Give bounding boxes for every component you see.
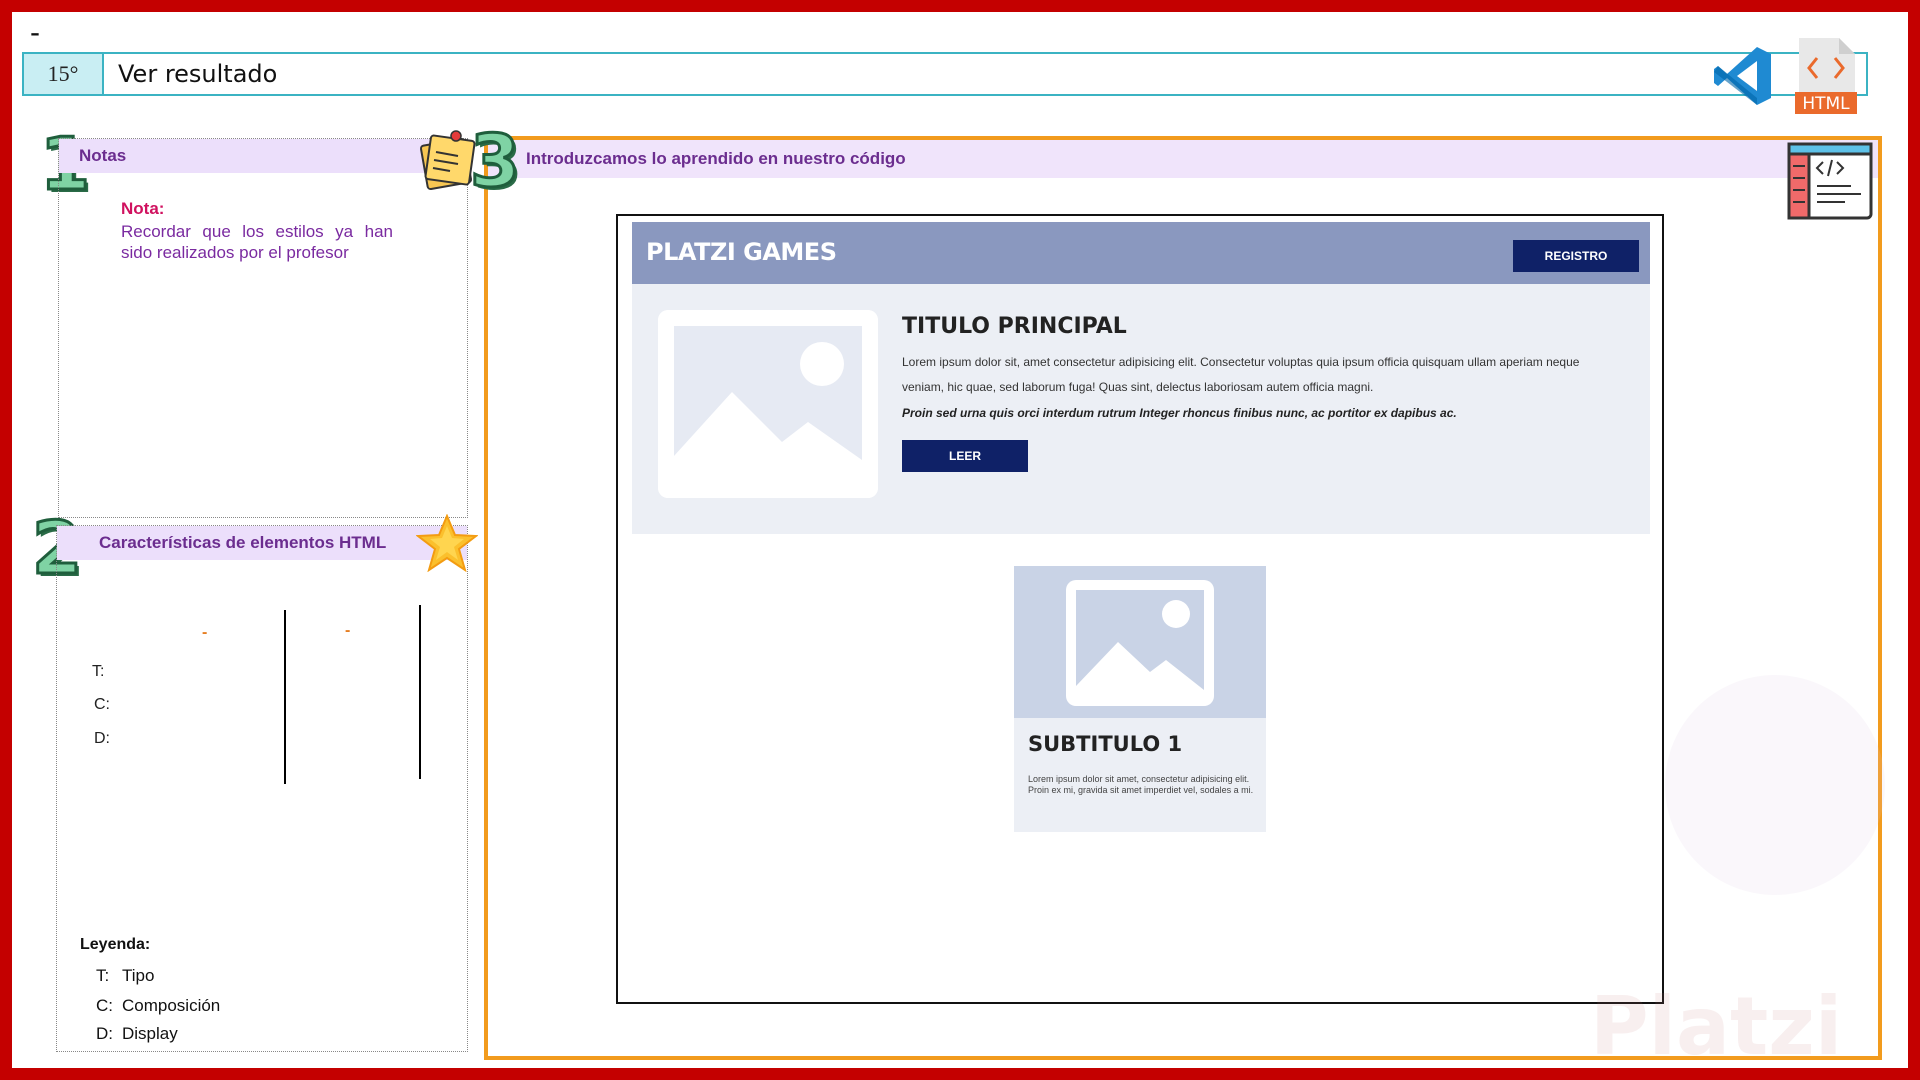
star-icon xyxy=(416,514,478,572)
step-number: 15° xyxy=(24,54,104,94)
column-divider-2 xyxy=(419,605,421,779)
notes-heading: Notas xyxy=(59,139,467,173)
image-placeholder-icon xyxy=(658,310,878,498)
section-number-3: 3 xyxy=(468,119,521,203)
legend-item: D: Display xyxy=(96,1024,178,1044)
hero-section: TITULO PRINCIPAL Lorem ipsum dolor sit, … xyxy=(632,284,1650,534)
sticky-note-icon xyxy=(419,130,476,191)
legend-item: T: Tipo xyxy=(96,966,154,986)
watermark-illustration xyxy=(1665,675,1885,895)
row-label-composicion: C: xyxy=(94,696,110,713)
dash-mark: - xyxy=(30,16,40,49)
read-button[interactable]: LEER xyxy=(902,440,1028,472)
legend-key: T: xyxy=(96,966,110,985)
content-card: SUBTITULO 1 Lorem ipsum dolor sit amet, … xyxy=(1014,566,1266,832)
site-logo: PLATZI GAMES xyxy=(646,238,837,266)
legend-value: Composición xyxy=(122,996,221,1015)
main-heading: Introduzcamos lo aprendido en nuestro có… xyxy=(488,140,1878,178)
legend-key: D: xyxy=(96,1024,113,1043)
hero-text: Lorem ipsum dolor sit, amet consectetur … xyxy=(902,355,1580,394)
legend-value: Tipo xyxy=(122,966,155,985)
html-file-icon: HTML xyxy=(1795,38,1857,114)
row-label-tipo: T: xyxy=(92,663,105,680)
card-text: Lorem ipsum dolor sit amet, consectetur … xyxy=(1028,774,1254,795)
notes-panel: Notas Nota: Recordar que los estilos ya … xyxy=(58,138,468,518)
note-label: Nota: xyxy=(121,199,165,218)
register-button[interactable]: REGISTRO xyxy=(1513,240,1639,272)
legend-key: C: xyxy=(96,996,113,1015)
hero-text-bold: Proin sed urna quis orci interdum rutrum… xyxy=(902,406,1457,420)
result-screenshot: PLATZI GAMES REGISTRO TITULO PRINCIPAL L… xyxy=(616,214,1664,1004)
vscode-icon xyxy=(1714,47,1771,105)
legend-title: Leyenda: xyxy=(80,936,151,953)
code-editor-icon xyxy=(1787,142,1873,220)
column-dash-2: - xyxy=(345,622,351,639)
site-navbar: PLATZI GAMES REGISTRO xyxy=(632,222,1650,284)
hero-title: TITULO PRINCIPAL xyxy=(902,314,1127,339)
page-title: Ver resultado xyxy=(118,60,278,88)
card-image-placeholder-icon xyxy=(1014,566,1266,718)
legend-item: C: Composición xyxy=(96,996,220,1016)
platzi-watermark: Platzi xyxy=(1590,980,1843,1073)
column-divider-1 xyxy=(284,610,286,784)
legend-value: Display xyxy=(122,1024,178,1043)
html-badge: HTML xyxy=(1802,94,1850,114)
note-text: Recordar que los estilos ya han sido rea… xyxy=(121,222,393,262)
column-dash-1: - xyxy=(202,624,208,641)
header-bar: 15° Ver resultado xyxy=(22,52,1868,96)
card-title: SUBTITULO 1 xyxy=(1028,732,1183,756)
characteristics-heading: Características de elementos HTML xyxy=(57,526,467,560)
row-label-display: D: xyxy=(94,730,110,747)
